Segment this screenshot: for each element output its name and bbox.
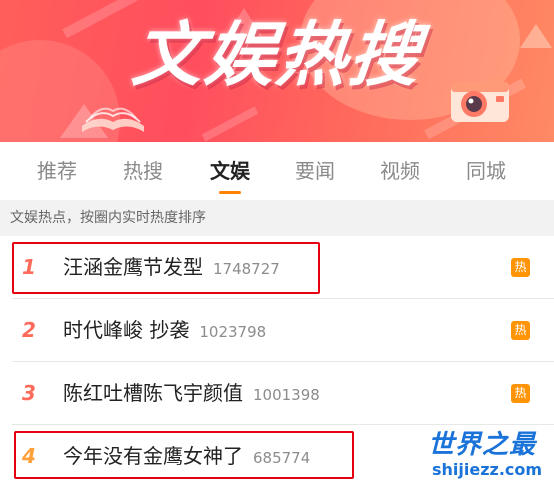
hot-badge: 热: [511, 321, 530, 340]
watermark-title: 世界之最: [428, 430, 537, 460]
rank-number: 2: [22, 318, 36, 342]
rank-number: 3: [22, 381, 36, 405]
topic-title: 陈红吐槽陈飞宇颜值: [63, 381, 243, 405]
highlight-box: [12, 242, 320, 294]
banner: 文娱热搜: [0, 0, 554, 142]
tab-video[interactable]: 视频: [365, 142, 435, 200]
tab-news[interactable]: 要闻: [280, 142, 350, 200]
section-subtitle: 文娱热点，按圈内实时热度排序: [0, 200, 554, 236]
tab-local[interactable]: 同城: [451, 142, 521, 200]
list-item[interactable]: 2 时代峰峻 抄袭 1023798 热: [0, 299, 554, 362]
tab-recommend[interactable]: 推荐: [22, 142, 92, 200]
topic-title: 时代峰峻 抄袭: [63, 318, 190, 342]
book-icon: [82, 107, 144, 132]
topic-text[interactable]: 时代峰峻 抄袭 1023798: [63, 299, 266, 362]
watermark-logo: 世界之最 shijiezz.com: [424, 424, 554, 487]
heat-count: 1023798: [199, 323, 267, 341]
active-tab-indicator: [219, 191, 241, 194]
highlight-box: [14, 431, 354, 479]
watermark-url: shijiezz.com: [432, 460, 543, 479]
heat-count: 1001398: [253, 386, 320, 404]
list-item[interactable]: 3 陈红吐槽陈飞宇颜值 1001398 热: [0, 362, 554, 425]
banner-stripe: [201, 106, 259, 142]
banner-triangle: [520, 24, 552, 48]
tab-hot-search[interactable]: 热搜: [108, 142, 178, 200]
banner-title: 文娱热搜: [128, 14, 426, 96]
hot-badge: 热: [511, 384, 530, 403]
hot-badge: 热: [511, 258, 530, 277]
topic-text[interactable]: 陈红吐槽陈飞宇颜值 1001398: [63, 362, 320, 425]
camera-icon: [451, 76, 509, 122]
category-tabs: 推荐 热搜 文娱 要闻 视频 同城: [0, 142, 554, 200]
